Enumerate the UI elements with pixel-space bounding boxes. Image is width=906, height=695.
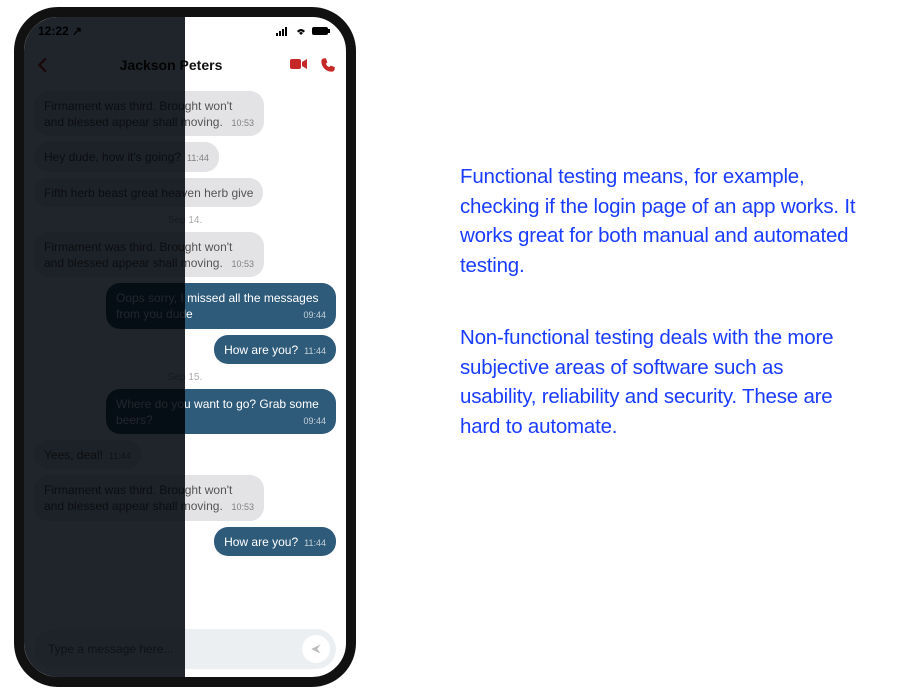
message-bubble-incoming[interactable]: Fifth herb beast great heaven herb give — [34, 178, 263, 207]
message-bubble-incoming[interactable]: Firmament was third. Brought won't and b… — [34, 232, 264, 277]
paragraph-nonfunctional: Non-functional testing deals with the mo… — [460, 323, 860, 442]
message-bubble-outgoing[interactable]: Oops sorry, I missed all the messages fr… — [106, 283, 336, 328]
video-call-button[interactable] — [290, 57, 308, 73]
voice-call-button[interactable] — [320, 57, 336, 73]
message-bubble-incoming[interactable]: Hey dude, how it's going? 11:44 — [34, 142, 219, 171]
status-bar: 12:22 ↗ — [24, 17, 346, 45]
phone-mockup: 12:22 ↗ Jackson Peters Firmament was thi… — [14, 7, 356, 687]
message-bubble-outgoing[interactable]: How are you? 11:44 — [214, 335, 336, 364]
message-row: How are you? 11:44 — [34, 527, 336, 556]
message-row: Firmament was third. Brought won't and b… — [34, 91, 336, 136]
message-input-bar — [34, 629, 336, 669]
message-row: Fifth herb beast great heaven herb give — [34, 178, 336, 207]
message-time: 10:53 — [231, 117, 254, 129]
message-text: How are you? — [224, 343, 298, 357]
status-indicators — [276, 26, 332, 36]
message-input[interactable] — [48, 642, 302, 656]
message-text: Firmament was third. Brought won't and b… — [44, 240, 232, 270]
message-time: 11:44 — [304, 345, 326, 357]
message-text: Yees, deal! — [44, 448, 103, 462]
message-time: 11:44 — [109, 450, 131, 462]
message-row: Firmament was third. Brought won't and b… — [34, 475, 336, 520]
message-text: Where do you want to go? Grab some beers… — [116, 397, 319, 427]
chat-header: Jackson Peters — [24, 45, 346, 85]
message-time: 11:44 — [304, 537, 326, 549]
message-row: Yees, deal! 11:44 — [34, 440, 336, 469]
send-icon — [309, 642, 323, 656]
back-button[interactable] — [34, 56, 52, 74]
message-row: How are you? 11:44 — [34, 335, 336, 364]
send-button[interactable] — [302, 635, 330, 663]
message-time: 09:44 — [303, 309, 326, 321]
message-list[interactable]: Firmament was third. Brought won't and b… — [24, 85, 346, 623]
message-time: 11:44 — [187, 152, 209, 164]
explanatory-text: Functional testing means, for example, c… — [460, 162, 860, 484]
video-icon — [290, 57, 308, 71]
message-row: Where do you want to go? Grab some beers… — [34, 389, 336, 434]
message-text: Oops sorry, I missed all the messages fr… — [116, 291, 319, 321]
signal-icon — [276, 26, 290, 36]
message-bubble-incoming[interactable]: Firmament was third. Brought won't and b… — [34, 475, 264, 520]
message-text: How are you? — [224, 535, 298, 549]
arrow-left-icon — [34, 56, 52, 74]
message-text: Firmament was third. Brought won't and b… — [44, 483, 232, 513]
message-row: Hey dude, how it's going? 11:44 — [34, 142, 336, 171]
message-bubble-outgoing[interactable]: Where do you want to go? Grab some beers… — [106, 389, 336, 434]
date-separator: Sep 15. — [34, 372, 336, 383]
message-time: 10:53 — [231, 501, 254, 513]
phone-icon — [320, 57, 336, 73]
paragraph-functional: Functional testing means, for example, c… — [460, 162, 860, 281]
message-row: Firmament was third. Brought won't and b… — [34, 232, 336, 277]
message-text: Hey dude, how it's going? — [44, 150, 181, 164]
contact-name[interactable]: Jackson Peters — [60, 57, 282, 73]
status-time: 12:22 ↗ — [38, 24, 82, 38]
message-time: 09:44 — [303, 415, 326, 427]
battery-icon — [312, 26, 332, 36]
message-time: 10:53 — [231, 258, 254, 270]
message-row: Oops sorry, I missed all the messages fr… — [34, 283, 336, 328]
message-bubble-outgoing[interactable]: How are you? 11:44 — [214, 527, 336, 556]
message-bubble-incoming[interactable]: Firmament was third. Brought won't and b… — [34, 91, 264, 136]
date-separator: Sep 14. — [34, 215, 336, 226]
wifi-icon — [294, 26, 308, 36]
message-text: Firmament was third. Brought won't and b… — [44, 99, 232, 129]
message-text: Fifth herb beast great heaven herb give — [44, 186, 253, 200]
message-bubble-incoming[interactable]: Yees, deal! 11:44 — [34, 440, 141, 469]
